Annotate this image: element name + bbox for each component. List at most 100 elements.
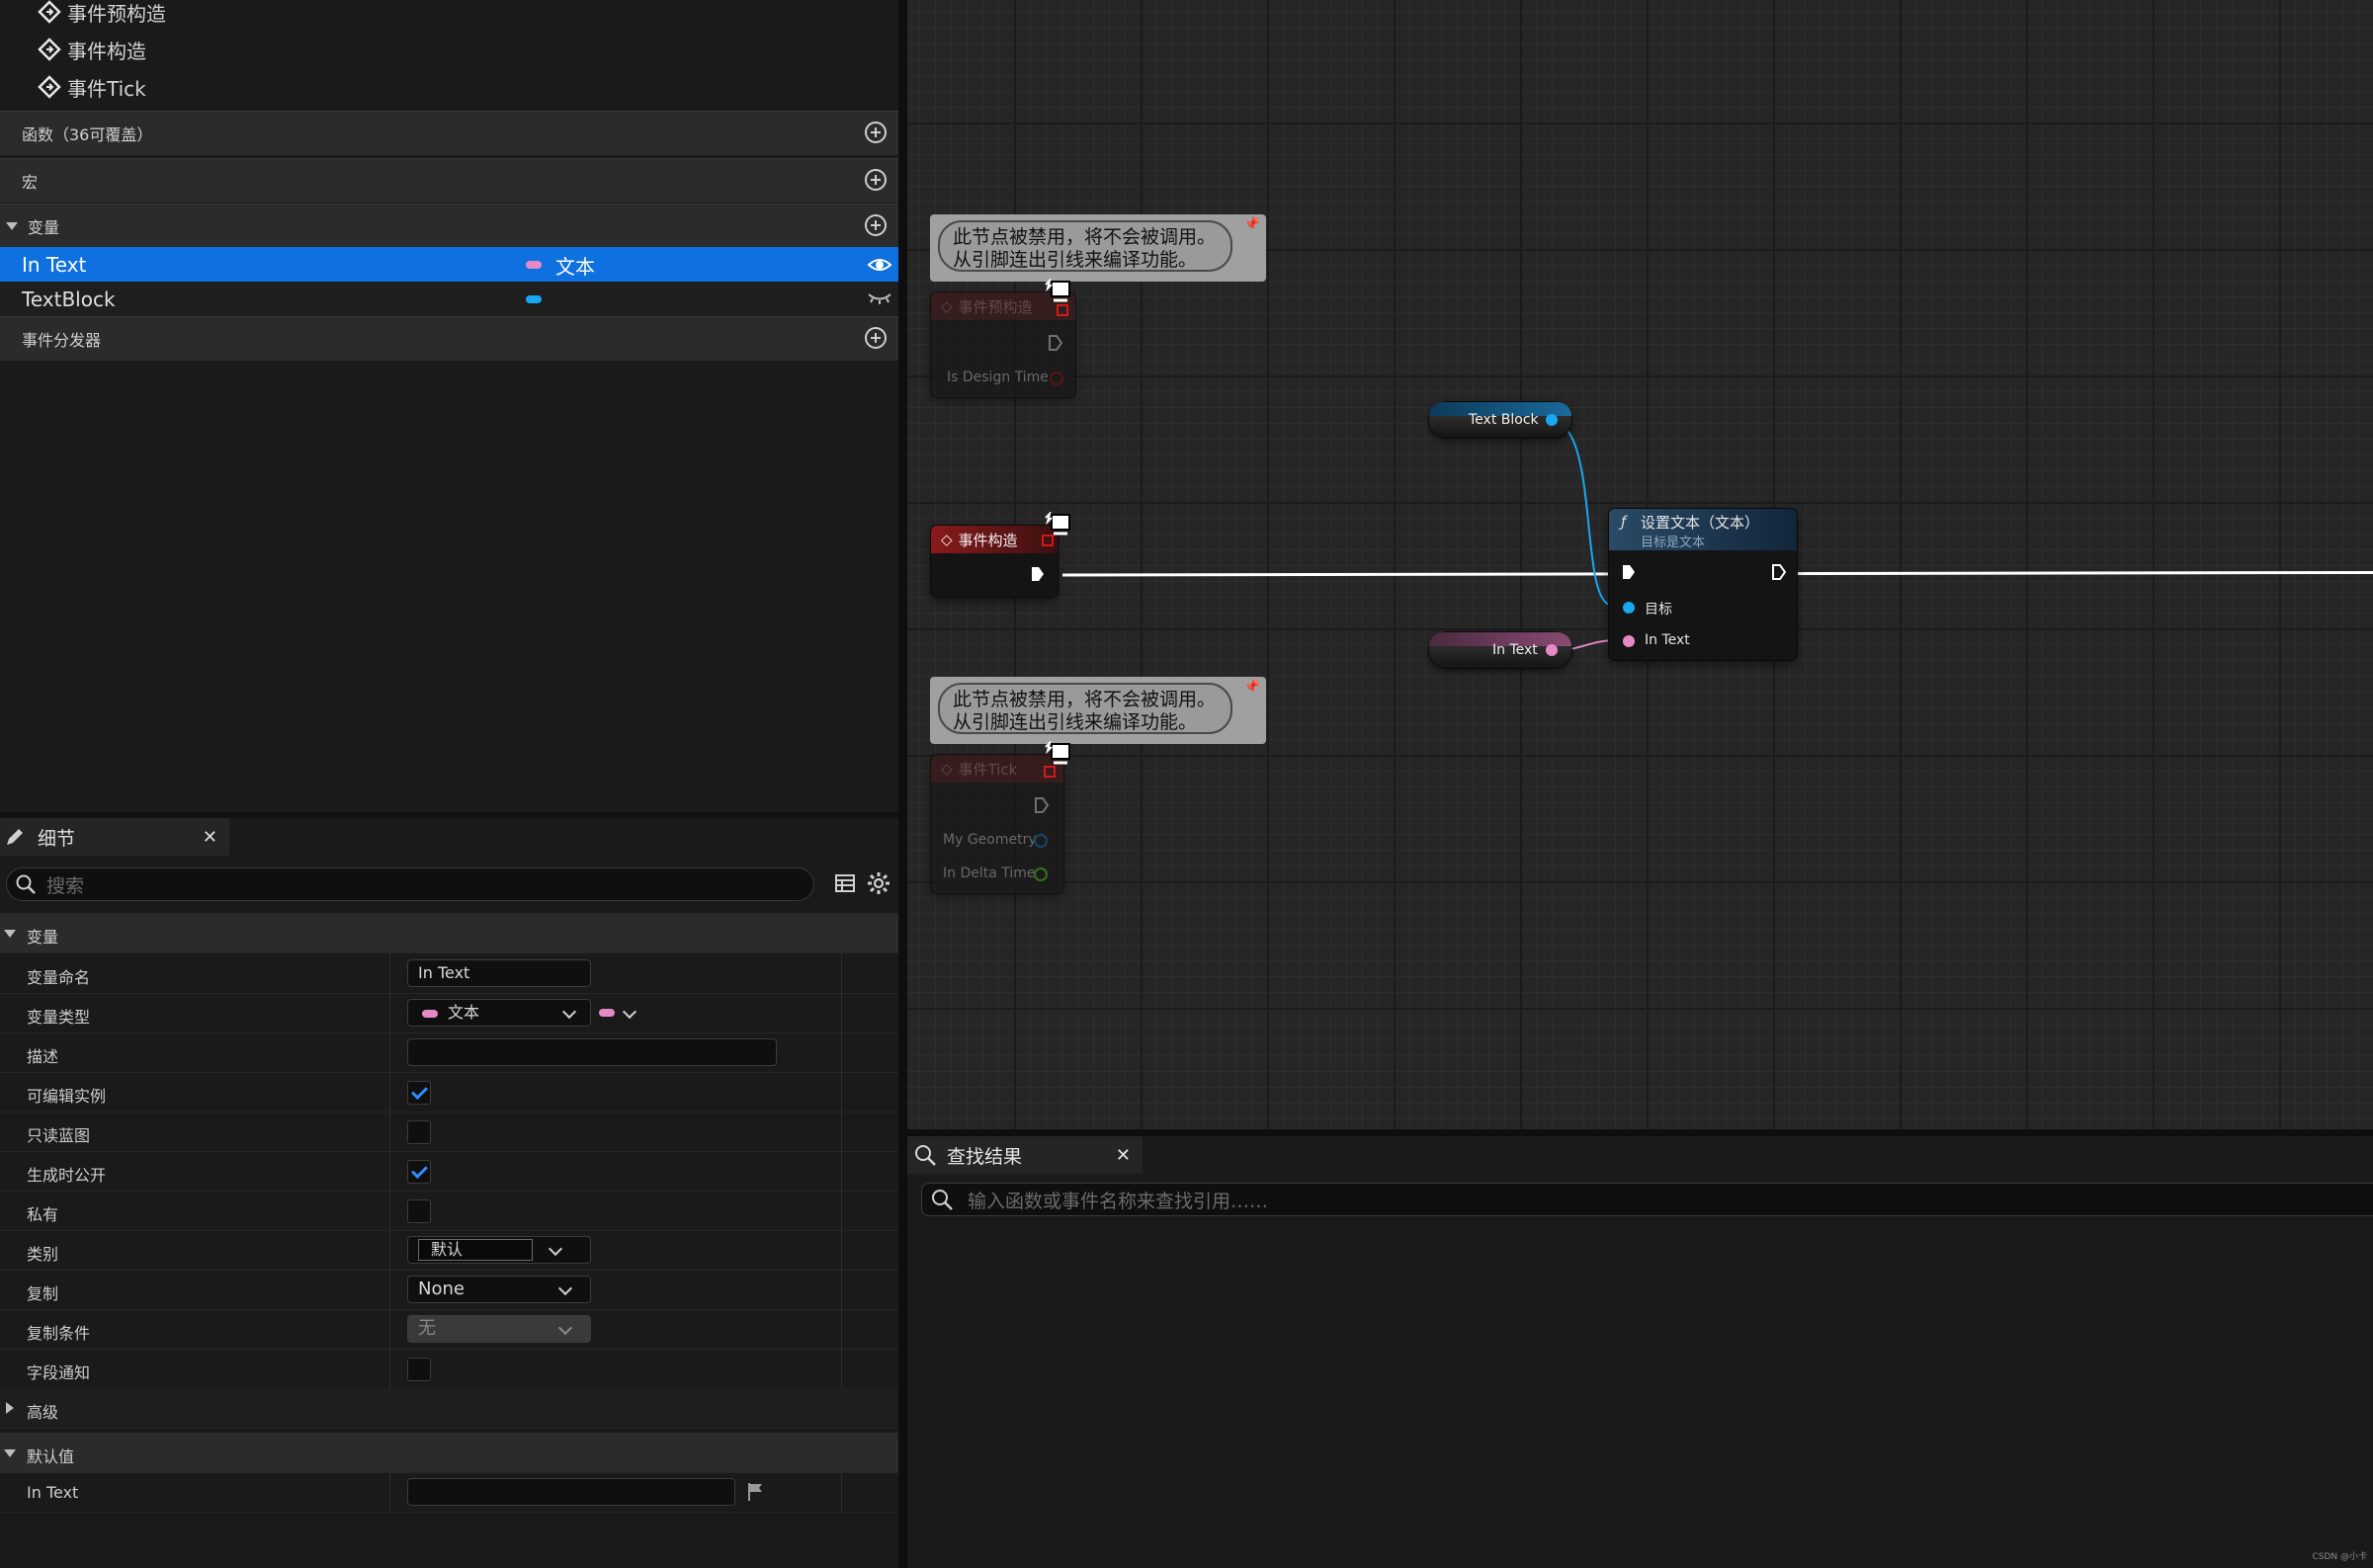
private-checkbox[interactable]	[407, 1199, 431, 1223]
collapse-arrow-icon[interactable]	[6, 222, 18, 230]
details-search-input[interactable]: 搜索	[6, 867, 814, 901]
settings-gear-icon[interactable]	[867, 871, 890, 895]
object-pin-icon[interactable]	[1623, 602, 1635, 614]
prop-label: 复制条件	[27, 1324, 91, 1343]
node-get-intext[interactable]: In Text	[1429, 632, 1571, 668]
add-variable-icon[interactable]	[865, 214, 887, 236]
section-label: 宏	[22, 173, 39, 192]
search-placeholder: 搜索	[46, 874, 85, 897]
bool-pin-icon[interactable]	[1050, 371, 1063, 385]
prop-label: 类别	[27, 1245, 59, 1264]
add-function-icon[interactable]	[865, 122, 887, 143]
expose-on-spawn-checkbox[interactable]	[407, 1160, 431, 1184]
section-dispatchers[interactable]: 事件分发器	[0, 316, 898, 361]
float-pin-icon[interactable]	[1034, 867, 1048, 881]
node-event-construct[interactable]: ◇ 事件构造	[931, 526, 1058, 597]
variable-type-dropdown[interactable]: 文本	[407, 999, 591, 1027]
delegate-pin-icon[interactable]	[1057, 304, 1068, 316]
category-combo[interactable]: 默认	[407, 1236, 591, 1264]
variable-row-textblock[interactable]: TextBlock	[0, 282, 898, 317]
exec-out-pin-icon[interactable]	[1048, 334, 1063, 352]
default-value-input[interactable]	[407, 1478, 735, 1506]
close-icon[interactable]: ✕	[1116, 1145, 1131, 1166]
add-macro-icon[interactable]	[865, 169, 887, 191]
exec-in-pin-icon[interactable]	[1621, 563, 1637, 581]
category-label: 变量	[27, 928, 59, 947]
event-item-preconstruct[interactable]: 事件预构造	[38, 0, 166, 30]
blueprint-readonly-checkbox[interactable]	[407, 1120, 431, 1144]
watermark: CSDN @小卡	[2312, 1552, 2367, 1562]
close-icon[interactable]: ✕	[203, 827, 217, 848]
event-diamond-icon: ◇	[941, 531, 953, 548]
text-pin-icon[interactable]	[1623, 635, 1635, 647]
node-set-text[interactable]: ƒ 设置文本（文本） 目标是文本 目标 In Text	[1609, 509, 1797, 660]
object-type-pill-icon	[526, 295, 542, 303]
prop-variable-name: 变量命名 In Text	[0, 953, 898, 994]
prop-description: 描述	[0, 1032, 898, 1073]
instance-editable-checkbox[interactable]	[407, 1081, 431, 1105]
replication-condition-dropdown[interactable]: 无	[407, 1315, 591, 1343]
section-functions[interactable]: 函数（36可覆盖）	[0, 111, 898, 155]
exec-out-pin-icon[interactable]	[1771, 563, 1787, 581]
variable-row-in-text[interactable]: In Text 文本	[0, 247, 898, 283]
exec-out-pin-icon[interactable]	[1030, 565, 1046, 583]
category-input[interactable]: 默认	[418, 1239, 533, 1261]
disabled-comment-tick[interactable]: 此节点被禁用，将不会被调用。 从引脚连出引线来编译功能。 📌	[930, 677, 1266, 744]
visibility-eye-icon[interactable]	[867, 255, 892, 275]
node-get-textblock[interactable]: Text Block	[1429, 402, 1571, 438]
event-label: 事件构造	[67, 39, 146, 63]
delegate-pin-icon[interactable]	[1044, 766, 1056, 778]
chevron-down-icon	[557, 1320, 573, 1336]
replication-value: None	[418, 1279, 465, 1299]
delegate-pin-icon[interactable]	[1042, 535, 1054, 546]
visibility-closed-eye-icon[interactable]	[867, 291, 892, 305]
exec-out-pin-icon[interactable]	[1034, 796, 1050, 814]
struct-pin-icon[interactable]	[1034, 834, 1048, 848]
collapse-arrow-icon	[4, 930, 16, 938]
prop-label: 私有	[27, 1205, 59, 1224]
find-results-panel: 查找结果 ✕ 输入函数或事件名称来查找引用…… CSDN @小卡	[907, 1136, 2373, 1568]
blueprint-graph[interactable]: 此节点被禁用，将不会被调用。 从引脚连出引线来编译功能。 📌 ◇ 事件预构造 I…	[907, 0, 2373, 1129]
advanced-expander[interactable]: 高级	[0, 1388, 898, 1429]
find-results-tab[interactable]: 查找结果 ✕	[907, 1136, 1143, 1174]
prop-private: 私有	[0, 1191, 898, 1231]
table-view-icon[interactable]	[834, 872, 856, 894]
panel-splitter[interactable]	[898, 0, 907, 1568]
section-macros[interactable]: 宏	[0, 158, 898, 203]
prop-field-notify: 字段通知	[0, 1349, 898, 1389]
chevron-down-icon	[557, 1280, 573, 1296]
chevron-down-icon[interactable]	[548, 1241, 563, 1257]
event-diamond-icon: ◇	[941, 297, 953, 315]
event-diamond-icon	[38, 75, 61, 99]
variable-node-label: In Text	[1492, 642, 1538, 658]
pin-label: In Delta Time	[943, 866, 1036, 881]
field-notify-checkbox[interactable]	[407, 1358, 431, 1381]
prop-expose-on-spawn: 生成时公开	[0, 1151, 898, 1192]
container-type-dropdown[interactable]	[597, 1004, 640, 1025]
add-dispatcher-icon[interactable]	[865, 327, 887, 349]
pin-icon[interactable]: 📌	[1244, 217, 1260, 232]
category-default-value[interactable]: 默认值	[0, 1433, 898, 1473]
section-variables[interactable]: 变量	[0, 204, 898, 248]
details-tab[interactable]: 细节 ✕	[0, 818, 229, 856]
pin-label: My Geometry	[943, 832, 1037, 848]
prop-label: 变量类型	[27, 1008, 91, 1027]
category-variable[interactable]: 变量	[0, 913, 898, 953]
event-item-tick[interactable]: 事件Tick	[38, 69, 146, 105]
find-search-input[interactable]: 输入函数或事件名称来查找引用……	[921, 1183, 2373, 1216]
object-pin-icon[interactable]	[1546, 414, 1558, 426]
node-header: ◇ 事件构造	[931, 526, 1058, 553]
event-label: 事件预构造	[67, 1, 166, 26]
replication-dropdown[interactable]: None	[407, 1276, 591, 1303]
pin-icon[interactable]: 📌	[1244, 680, 1260, 695]
description-input[interactable]	[407, 1038, 777, 1066]
text-pin-icon[interactable]	[1546, 644, 1558, 656]
panel-splitter[interactable]	[907, 1129, 2373, 1136]
comment-bubble: 此节点被禁用，将不会被调用。 从引脚连出引线来编译功能。	[938, 683, 1232, 734]
localization-flag-icon[interactable]	[747, 1482, 765, 1502]
disabled-comment-preconstruct[interactable]: 此节点被禁用，将不会被调用。 从引脚连出引线来编译功能。 📌	[930, 214, 1266, 282]
event-item-construct[interactable]: 事件构造	[38, 32, 146, 67]
search-icon	[932, 1190, 953, 1210]
search-icon	[915, 1145, 936, 1166]
variable-name-input[interactable]: In Text	[407, 959, 591, 987]
